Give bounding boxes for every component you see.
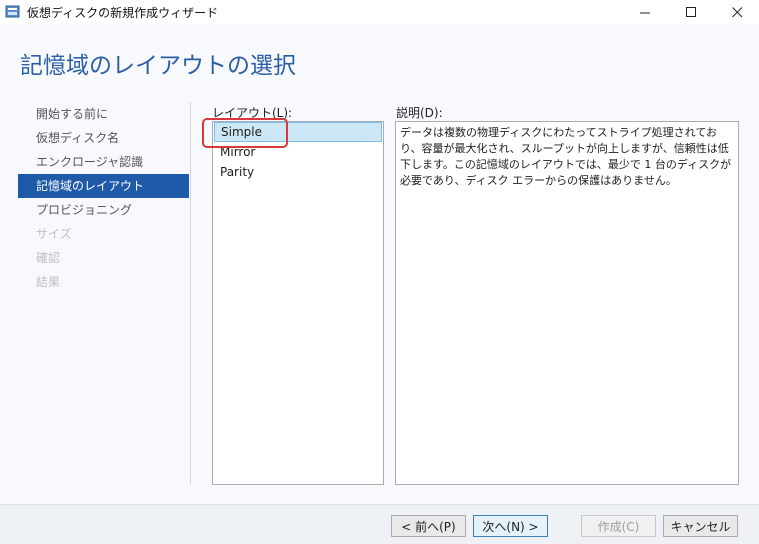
layout-listbox[interactable]: Simple Mirror Parity [212,121,384,485]
minimize-icon [639,12,650,13]
window-title: 仮想ディスクの新規作成ウィザード [27,6,219,20]
nav-step-before-you-begin[interactable]: 開始する前に [18,102,189,126]
nav-step-provisioning[interactable]: プロビジョニング [18,198,189,222]
nav-step-storage-layout[interactable]: 記憶域のレイアウト [18,174,189,198]
nav-step-results: 結果 [36,275,61,289]
maximize-icon [685,6,696,17]
minimize-button[interactable] [622,0,668,24]
nav-step-virtual-disk-name[interactable]: 仮想ディスク名 [18,126,189,150]
wizard-app-icon [5,5,20,18]
description-textbox: データは複数の物理ディスクにわたってストライプ処理されており、容量が最大化され、… [395,121,739,485]
create-button: 作成(C) [581,515,656,537]
cancel-button[interactable]: キャンセル [663,515,738,537]
close-icon [731,6,742,17]
back-button[interactable]: < 前へ(P) [391,515,466,537]
nav-step-enclosure-awareness[interactable]: エンクロージャ認識 [18,150,189,174]
close-button[interactable] [714,0,759,24]
layout-option-parity[interactable]: Parity [214,162,382,182]
wizard-steps-nav: 開始する前に 仮想ディスク名 エンクロージャ認識 記憶域のレイアウト プロビジョ… [18,102,189,294]
maximize-button[interactable] [668,0,714,24]
nav-divider [190,102,191,484]
description-label: 説明(D): [396,106,443,120]
nav-step-confirmation: 確認 [36,251,61,265]
next-button[interactable]: 次へ(N) > [473,515,548,537]
annotation-highlight-ring [202,118,288,148]
nav-step-size: サイズ [36,227,72,241]
title-bar: 仮想ディスクの新規作成ウィザード [0,0,759,24]
page-title: 記憶域のレイアウトの選択 [20,53,296,79]
